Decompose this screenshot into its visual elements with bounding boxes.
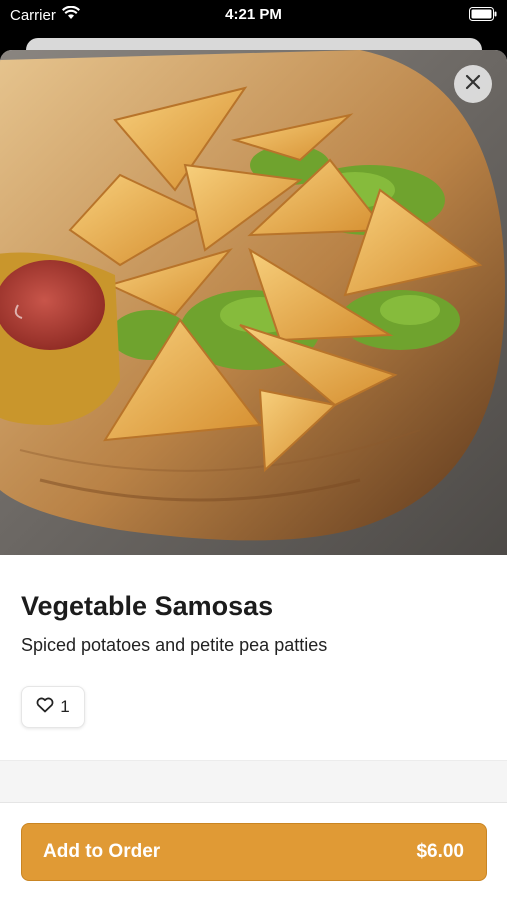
product-title: Vegetable Samosas [21, 591, 274, 621]
battery-icon [469, 7, 497, 25]
like-button[interactable]: 1 [21, 686, 85, 728]
status-time: 4:21 PM [225, 6, 282, 23]
like-count: 1 [60, 697, 70, 716]
order-footer: Add to Order $6.00 [0, 802, 507, 900]
close-button[interactable] [454, 65, 492, 103]
section-divider [0, 760, 507, 802]
product-sheet: Vegetable Samosas Spiced potatoes and pe… [0, 50, 507, 900]
add-to-order-label: Add to Order [43, 841, 161, 862]
product-image [0, 50, 507, 555]
close-icon [465, 74, 481, 95]
order-price: $6.00 [416, 841, 464, 862]
product-description: Spiced potatoes and petite pea patties [21, 635, 328, 655]
add-to-order-button[interactable]: Add to Order $6.00 [21, 823, 487, 881]
heart-icon [36, 697, 54, 718]
status-bar: Carrier 4:21 PM [0, 0, 507, 30]
product-details: Vegetable Samosas Spiced potatoes and pe… [0, 555, 507, 760]
